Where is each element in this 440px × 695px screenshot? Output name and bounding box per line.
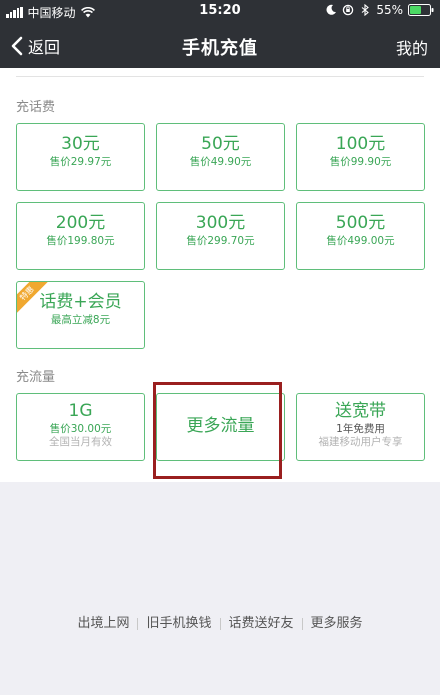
card-desc: 最高立减8元 bbox=[50, 314, 111, 326]
status-right: 55% bbox=[320, 3, 434, 17]
data-card-1g[interactable]: 1G 售价30.00元 全国当月有效 bbox=[16, 393, 145, 461]
card-amount: 300元 bbox=[195, 213, 246, 233]
moon-icon bbox=[326, 4, 337, 15]
topup-card-500[interactable]: 500元 售价499.00元 bbox=[296, 202, 425, 270]
card-amount: 500元 bbox=[335, 213, 386, 233]
battery-percent: 55% bbox=[376, 3, 403, 17]
topup-card-50[interactable]: 50元 售价49.90元 bbox=[156, 123, 285, 191]
topup-card-100[interactable]: 100元 售价99.90元 bbox=[296, 123, 425, 191]
highlight-box bbox=[153, 382, 282, 479]
card-desc: 1年免费用 bbox=[336, 423, 385, 435]
card-price: 售价499.00元 bbox=[326, 235, 395, 247]
status-bar: 中国移动 15:20 55% bbox=[0, 0, 440, 22]
card-title: 话费+会员 bbox=[39, 292, 122, 312]
footer-link-more-services[interactable]: 更多服务 bbox=[303, 612, 371, 631]
topup-card-200[interactable]: 200元 售价199.80元 bbox=[16, 202, 145, 270]
card-note: 全国当月有效 bbox=[49, 436, 112, 448]
bluetooth-icon bbox=[361, 4, 370, 16]
broadband-card[interactable]: 送宽带 1年免费用 福建移动用户专享 bbox=[296, 393, 425, 461]
topup-card-30[interactable]: 30元 售价29.97元 bbox=[16, 123, 145, 191]
page-title: 手机充值 bbox=[182, 38, 258, 59]
card-amount: 200元 bbox=[55, 213, 106, 233]
card-amount: 100元 bbox=[335, 134, 386, 154]
card-title: 送宽带 bbox=[335, 401, 386, 421]
card-price: 售价29.97元 bbox=[49, 156, 112, 168]
card-price: 售价199.80元 bbox=[46, 235, 115, 247]
section-label-data: 充流量 bbox=[16, 370, 56, 385]
bill-plus-membership-card[interactable]: 特惠 话费+会员 最高立减8元 bbox=[16, 281, 145, 349]
card-price: 售价299.70元 bbox=[186, 235, 255, 247]
battery-icon bbox=[408, 4, 434, 16]
footer-link-roaming[interactable]: 出境上网 bbox=[69, 612, 137, 631]
divider bbox=[16, 76, 424, 77]
card-amount: 30元 bbox=[61, 134, 100, 154]
card-note: 福建移动用户专享 bbox=[318, 436, 403, 448]
footer-link-trade-in[interactable]: 旧手机换钱 bbox=[138, 612, 219, 631]
topup-card-300[interactable]: 300元 售价299.70元 bbox=[156, 202, 285, 270]
mine-button[interactable]: 我的 bbox=[396, 35, 428, 59]
card-price: 售价49.90元 bbox=[189, 156, 252, 168]
card-amount: 50元 bbox=[201, 134, 240, 154]
footer-links: 出境上网 旧手机换钱 话费送好友 更多服务 bbox=[0, 612, 440, 631]
footer-link-gift-credit[interactable]: 话费送好友 bbox=[221, 612, 302, 631]
card-price: 售价30.00元 bbox=[49, 423, 112, 435]
card-price: 售价99.90元 bbox=[329, 156, 392, 168]
nav-bar: 返回 手机充值 我的 bbox=[0, 22, 440, 68]
orientation-lock-icon bbox=[343, 4, 354, 16]
section-label-phone-bill: 充话费 bbox=[16, 100, 56, 115]
card-amount: 1G bbox=[68, 401, 93, 421]
